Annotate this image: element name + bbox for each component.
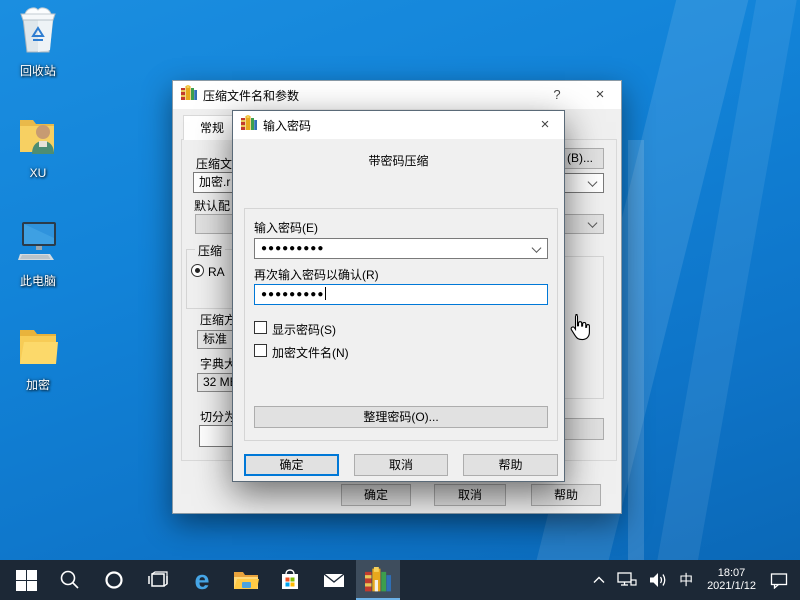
tray-date: 2021/1/12 — [707, 580, 756, 593]
tray-clock[interactable]: 18:07 2021/1/12 — [699, 567, 764, 593]
hand-cursor — [566, 312, 592, 351]
cancel-button[interactable]: 取消 — [354, 454, 448, 476]
task-view-icon — [146, 569, 170, 591]
speaker-icon — [649, 572, 667, 588]
search-icon — [59, 569, 81, 591]
ok-button[interactable]: 确定 — [341, 484, 411, 506]
desktop-icon-user-folder[interactable]: XU — [0, 110, 76, 180]
desktop-icon-label: XU — [0, 166, 76, 180]
start-button[interactable] — [4, 560, 48, 600]
format-rar-radio[interactable] — [191, 264, 204, 277]
encrypt-filenames-checkbox[interactable] — [254, 344, 267, 357]
winrar-taskbar-button[interactable] — [356, 560, 400, 600]
confirm-password-label: 再次输入密码以确认(R) — [254, 266, 379, 283]
store-button[interactable] — [268, 560, 312, 600]
ime-indicator[interactable]: 中 — [673, 560, 699, 600]
user-folder-icon — [0, 110, 76, 163]
network-icon — [617, 572, 637, 588]
close-icon[interactable]: × — [536, 116, 554, 134]
text-caret — [325, 287, 326, 300]
action-center-icon — [770, 572, 788, 589]
ok-button[interactable]: 确定 — [244, 454, 339, 476]
wallpaper-beam — [634, 0, 800, 600]
chevron-down-icon — [588, 218, 598, 228]
enter-password-label: 输入密码(E) — [254, 219, 318, 236]
encrypt-filenames-label: 加密文件名(N) — [272, 344, 349, 361]
enter-password-combobox[interactable]: ●●●●●●●●● — [254, 238, 548, 259]
this-pc-icon — [0, 216, 76, 269]
cancel-button[interactable]: 取消 — [434, 484, 506, 506]
desktop-icon-label: 此电脑 — [0, 272, 76, 289]
chevron-down-icon — [532, 243, 542, 253]
store-icon — [279, 568, 301, 592]
profile-label: 默认配 — [194, 197, 230, 214]
winrar-icon — [365, 567, 391, 593]
chevron-up-icon — [593, 576, 605, 584]
show-password-checkbox[interactable] — [254, 321, 267, 334]
edge-button[interactable]: e — [180, 560, 224, 600]
file-explorer-icon — [233, 569, 259, 591]
recycle-bin-icon — [0, 6, 76, 59]
archive-name-label: 压缩文 — [196, 155, 232, 172]
confirm-password-input[interactable]: ●●●●●●●●● — [254, 284, 548, 305]
password-dialog-title: 输入密码 — [263, 117, 311, 134]
desktop-icon-label: 回收站 — [0, 62, 76, 79]
cortana-icon — [103, 569, 125, 591]
password-dialog: 输入密码 × 带密码压缩 输入密码(E) ●●●●●●●●● 再次输入密码以确认… — [232, 110, 565, 482]
hidden-icons-button[interactable] — [587, 560, 611, 600]
help-button[interactable]: 帮助 — [531, 484, 601, 506]
password-dialog-titlebar: 输入密码 — [233, 111, 564, 139]
file-explorer-button[interactable] — [224, 560, 268, 600]
volume-tray-button[interactable] — [643, 560, 673, 600]
system-tray: 中 18:07 2021/1/12 — [587, 560, 800, 600]
archive-dialog-title: 压缩文件名和参数 — [203, 87, 299, 104]
show-password-label: 显示密码(S) — [272, 321, 336, 338]
archive-format-group-label: 压缩 — [195, 242, 225, 259]
mail-button[interactable] — [312, 560, 356, 600]
desktop-icon-this-pc[interactable]: 此电脑 — [0, 216, 76, 289]
compression-method-label: 压缩方 — [200, 311, 236, 328]
edge-icon: e — [194, 567, 209, 594]
dialog-help-icon[interactable]: ? — [548, 86, 566, 104]
help-button[interactable]: 帮助 — [463, 454, 558, 476]
wallpaper-beam — [628, 140, 644, 570]
split-volumes-label: 切分为 — [200, 408, 236, 425]
task-view-button[interactable] — [136, 560, 180, 600]
network-tray-button[interactable] — [611, 560, 643, 600]
organize-passwords-button[interactable]: 整理密码(O)... — [254, 406, 548, 428]
desktop-icon-encrypted-folder[interactable]: 加密 — [0, 322, 76, 393]
windows-logo-icon — [16, 570, 37, 591]
dictionary-size-label: 字典大 — [200, 355, 236, 372]
action-center-button[interactable] — [764, 560, 800, 600]
winrar-icon — [241, 115, 257, 136]
mail-icon — [322, 570, 346, 590]
format-rar-radio-label: RA — [208, 265, 225, 279]
close-icon[interactable]: × — [591, 86, 609, 104]
tray-time: 18:07 — [707, 567, 756, 580]
taskbar: e — [0, 560, 800, 600]
password-dialog-heading: 带密码压缩 — [233, 152, 564, 169]
cortana-button[interactable] — [92, 560, 136, 600]
folder-icon — [0, 322, 76, 373]
desktop-icon-recycle-bin[interactable]: 回收站 — [0, 6, 76, 79]
desktop-icon-label: 加密 — [0, 376, 76, 393]
winrar-icon — [181, 85, 197, 106]
search-button[interactable] — [48, 560, 92, 600]
chevron-down-icon — [588, 177, 598, 187]
